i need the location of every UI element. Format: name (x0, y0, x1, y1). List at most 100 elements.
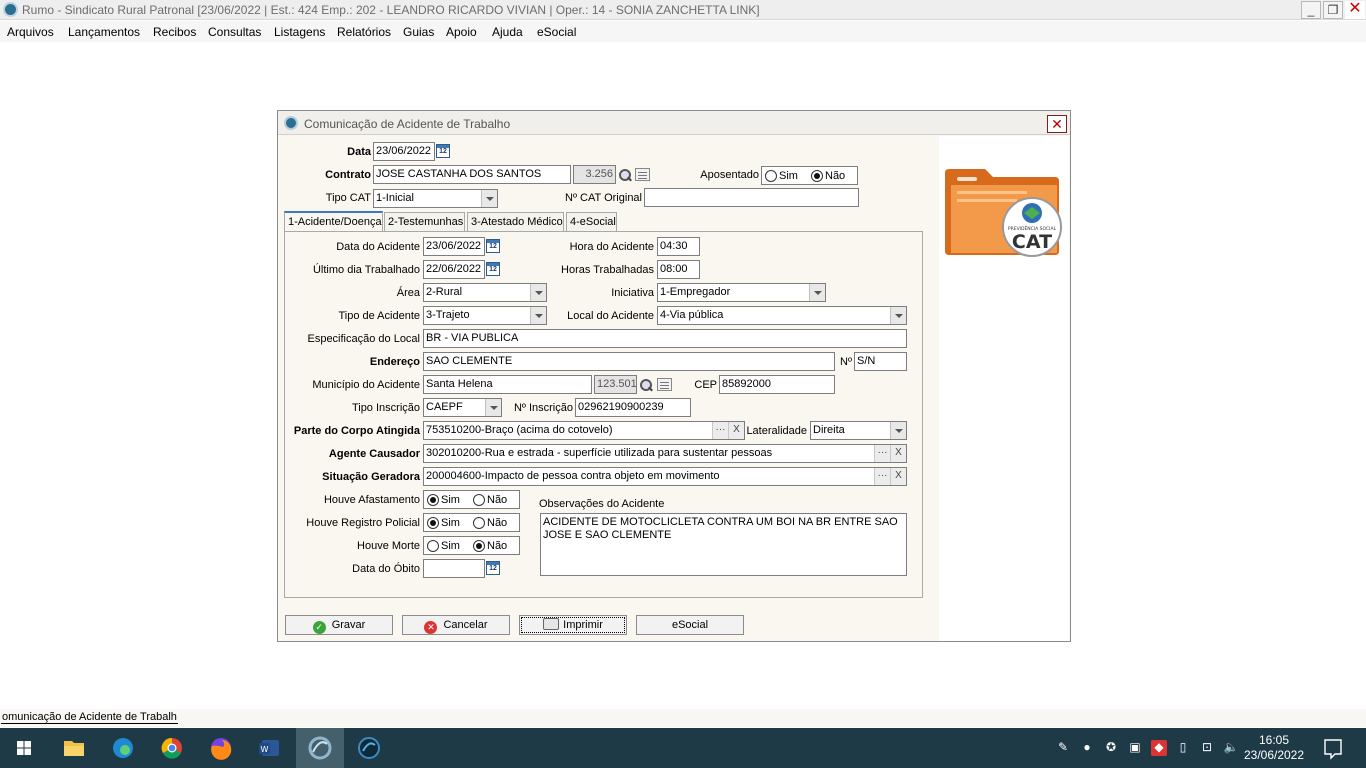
afastamento-nao-radio[interactable] (473, 494, 485, 506)
menu-consultas[interactable]: Consultas (208, 25, 261, 39)
cancelar-button[interactable]: ✕ Cancelar (402, 615, 510, 635)
file-explorer-icon[interactable] (50, 728, 98, 768)
tipo-cat-select[interactable]: 1-Inicial (373, 189, 498, 208)
data-field[interactable]: 23/06/2022 (373, 142, 435, 161)
word-app-icon[interactable]: W (246, 728, 294, 768)
chevron-down-icon[interactable] (481, 190, 497, 207)
numero-field[interactable]: S/N (854, 352, 907, 371)
iniciativa-select[interactable]: 1-Empregador (657, 283, 826, 302)
municipio-label: Município do Acidente (312, 379, 420, 391)
menu-ajuda[interactable]: Ajuda (492, 25, 523, 39)
situacao-clear-button[interactable]: X (890, 468, 906, 485)
menu-recibos[interactable]: Recibos (153, 25, 196, 39)
tray-briefcase-icon[interactable]: ▣ (1127, 740, 1143, 756)
status-window-tab[interactable]: omunicação de Acidente de Trabalh (1, 711, 178, 724)
agente-clear-button[interactable]: X (890, 445, 906, 462)
morte-nao-radio[interactable] (473, 540, 485, 552)
lateralidade-select[interactable]: Direita (810, 421, 907, 440)
tray-badge-icon[interactable]: ✪ (1103, 740, 1119, 756)
usb-icon[interactable]: ▯ (1175, 740, 1191, 756)
aposentado-nao-label: Não (825, 170, 846, 182)
tray-antivirus-icon[interactable]: ◆ (1151, 740, 1167, 756)
menu-lancamentos[interactable]: Lançamentos (68, 25, 140, 39)
agente-browse-button[interactable]: ··· (874, 445, 890, 462)
contrato-list-icon[interactable] (635, 168, 650, 181)
contrato-search-icon[interactable] (617, 167, 633, 183)
chevron-down-icon[interactable] (809, 284, 825, 301)
tipo-insc-select[interactable]: CAEPF (423, 398, 502, 417)
data-acidente-field[interactable]: 23/06/2022 (423, 237, 485, 256)
morte-sim-radio[interactable] (427, 540, 439, 552)
n-insc-field[interactable]: 02962190900239 (575, 398, 691, 417)
firefox-browser-icon[interactable] (197, 728, 245, 768)
system-clock[interactable]: 16:05 23/06/2022 (1240, 733, 1308, 763)
data-acidente-calendar-icon[interactable]: 12 (486, 239, 500, 253)
tipo-acidente-select[interactable]: 3-Trajeto (423, 306, 547, 325)
menu-relatorios[interactable]: Relatórios (337, 25, 391, 39)
chevron-down-icon[interactable] (890, 422, 906, 439)
hora-acidente-field[interactable]: 04:30 (657, 237, 700, 256)
area-select[interactable]: 2-Rural (423, 283, 547, 302)
iniciativa-value: 1-Empregador (660, 286, 731, 298)
chevron-down-icon[interactable] (890, 307, 906, 324)
menu-esocial[interactable]: eSocial (537, 25, 576, 39)
parte-corpo-clear-button[interactable]: X (728, 422, 744, 439)
parte-corpo-value: 753510200-Braço (acima do cotovelo) (426, 424, 613, 436)
local-acidente-select[interactable]: 4-Via pública (657, 306, 907, 325)
morte-radio-group: Sim Não (423, 536, 520, 555)
aposentado-nao-radio[interactable] (811, 170, 823, 182)
cep-field[interactable]: 85892000 (719, 375, 835, 394)
esocial-button[interactable]: eSocial (636, 615, 744, 635)
tab-testemunhas[interactable]: 2-Testemunhas (384, 212, 465, 232)
imprimir-button[interactable]: Imprimir (519, 615, 627, 635)
municipio-field[interactable]: Santa Helena (423, 375, 592, 394)
aposentado-sim-label: Sim (779, 170, 798, 182)
espec-local-field[interactable]: BR - VIA PUBLICA (423, 329, 907, 348)
ultimo-dia-calendar-icon[interactable]: 12 (486, 262, 500, 276)
minimize-button[interactable]: _ (1301, 1, 1321, 19)
registro-nao-radio[interactable] (473, 517, 485, 529)
agente-field[interactable]: 302010200-Rua e estrada - superfície uti… (423, 444, 907, 463)
volume-icon[interactable]: 🔈 (1223, 740, 1239, 756)
rumo-secondary-icon[interactable] (345, 728, 393, 768)
menu-arquivos[interactable]: Arquivos (7, 25, 54, 39)
obito-field[interactable] (423, 559, 485, 578)
menu-guias[interactable]: Guias (403, 25, 434, 39)
pen-icon[interactable]: ✎ (1055, 740, 1071, 756)
parte-corpo-browse-button[interactable]: ··· (712, 422, 728, 439)
rumo-app-taskbar-icon[interactable] (296, 728, 344, 768)
situacao-browse-button[interactable]: ··· (874, 468, 890, 485)
ultimo-dia-field[interactable]: 22/06/2022 (423, 260, 485, 279)
contrato-field[interactable]: JOSE CASTANHA DOS SANTOS (373, 165, 571, 184)
chrome-browser-icon[interactable] (148, 728, 196, 768)
close-app-button[interactable]: ✕ (1345, 1, 1365, 19)
windows-start-icon[interactable] (0, 728, 48, 768)
tab-atestado-medico[interactable]: 3-Atestado Médico (467, 212, 564, 232)
gravar-button[interactable]: ✓ Gravar (285, 615, 393, 635)
obito-calendar-icon[interactable]: 12 (486, 561, 500, 575)
data-calendar-icon[interactable]: 12 (436, 144, 450, 158)
endereco-field[interactable]: SAO CLEMENTE (423, 352, 835, 371)
menu-apoio[interactable]: Apoio (446, 25, 477, 39)
restore-button[interactable]: ❐ (1323, 1, 1343, 19)
network-icon[interactable]: ⊡ (1199, 740, 1215, 756)
menu-listagens[interactable]: Listagens (274, 25, 325, 39)
municipio-list-icon[interactable] (657, 378, 672, 391)
cat-original-field[interactable] (644, 188, 859, 207)
horas-trab-field[interactable]: 08:00 (657, 260, 700, 279)
edge-browser-icon[interactable] (99, 728, 147, 768)
municipio-search-icon[interactable] (638, 377, 654, 393)
situacao-field[interactable]: 200004600-Impacto de pessoa contra objet… (423, 467, 907, 486)
afastamento-sim-radio[interactable] (427, 494, 439, 506)
tab-acidente-doenca[interactable]: 1-Acidente/Doença (284, 211, 383, 232)
tray-app-icon[interactable]: ● (1079, 740, 1095, 756)
tab-esocial[interactable]: 4-eSocial (566, 212, 617, 232)
obito-label: Data do Óbito (352, 563, 420, 575)
chevron-down-icon[interactable] (485, 399, 501, 416)
obs-textarea[interactable]: ACIDENTE DE MOTOCLICLETA CONTRA UM BOI N… (540, 513, 907, 576)
dialog-close-button[interactable]: ✕ (1047, 115, 1067, 133)
aposentado-sim-radio[interactable] (765, 170, 777, 182)
notifications-icon[interactable] (1310, 728, 1356, 768)
parte-corpo-field[interactable]: 753510200-Braço (acima do cotovelo) ··· … (423, 421, 745, 440)
registro-sim-radio[interactable] (427, 517, 439, 529)
